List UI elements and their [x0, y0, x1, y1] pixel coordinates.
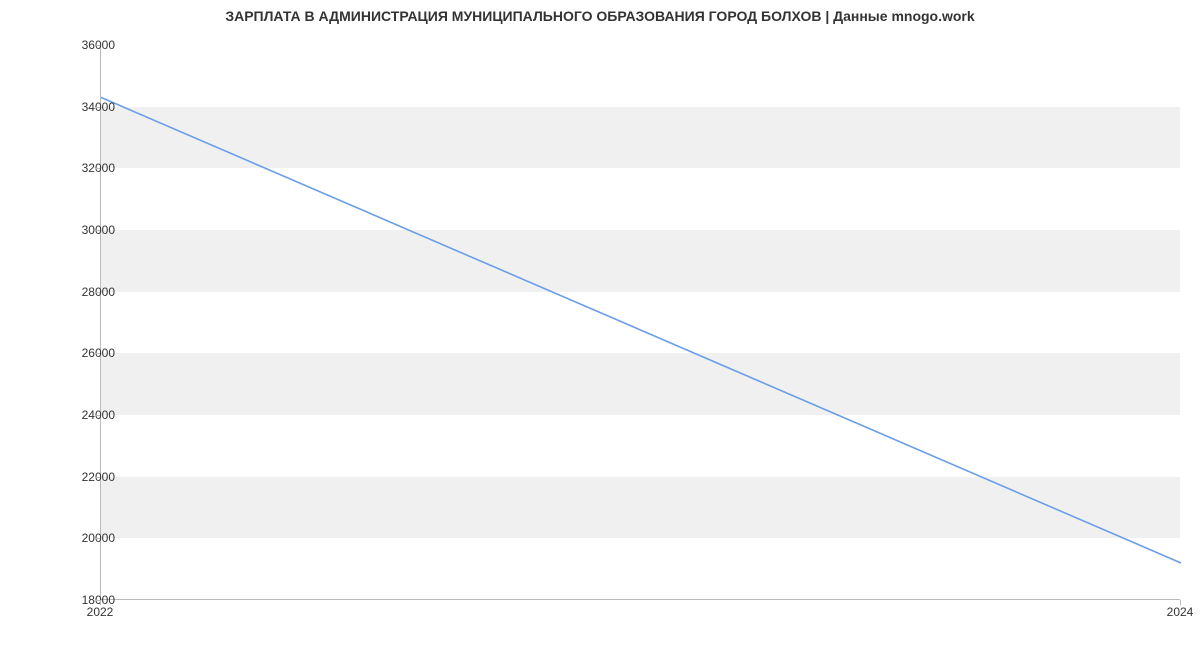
- x-tick-label: 2022: [87, 605, 114, 619]
- y-tick-label: 28000: [55, 285, 115, 299]
- x-tick-mark: [1180, 600, 1181, 605]
- x-tick-label: 2024: [1167, 605, 1194, 619]
- y-tick-mark: [95, 45, 100, 46]
- y-tick-mark: [95, 353, 100, 354]
- y-tick-mark: [95, 538, 100, 539]
- y-tick-label: 20000: [55, 531, 115, 545]
- x-tick-mark: [100, 600, 101, 605]
- chart-container: ЗАРПЛАТА В АДМИНИСТРАЦИЯ МУНИЦИПАЛЬНОГО …: [0, 0, 1200, 650]
- line-series: [101, 45, 1180, 599]
- y-tick-label: 32000: [55, 161, 115, 175]
- y-tick-mark: [95, 292, 100, 293]
- y-tick-mark: [95, 168, 100, 169]
- y-tick-label: 22000: [55, 470, 115, 484]
- y-tick-mark: [95, 415, 100, 416]
- plot-area: [100, 45, 1180, 600]
- y-tick-mark: [95, 107, 100, 108]
- y-tick-label: 34000: [55, 100, 115, 114]
- y-tick-mark: [95, 477, 100, 478]
- chart-title: ЗАРПЛАТА В АДМИНИСТРАЦИЯ МУНИЦИПАЛЬНОГО …: [0, 8, 1200, 24]
- y-tick-label: 26000: [55, 346, 115, 360]
- y-tick-mark: [95, 230, 100, 231]
- data-line: [101, 97, 1181, 563]
- y-tick-label: 24000: [55, 408, 115, 422]
- y-tick-label: 36000: [55, 38, 115, 52]
- y-tick-label: 30000: [55, 223, 115, 237]
